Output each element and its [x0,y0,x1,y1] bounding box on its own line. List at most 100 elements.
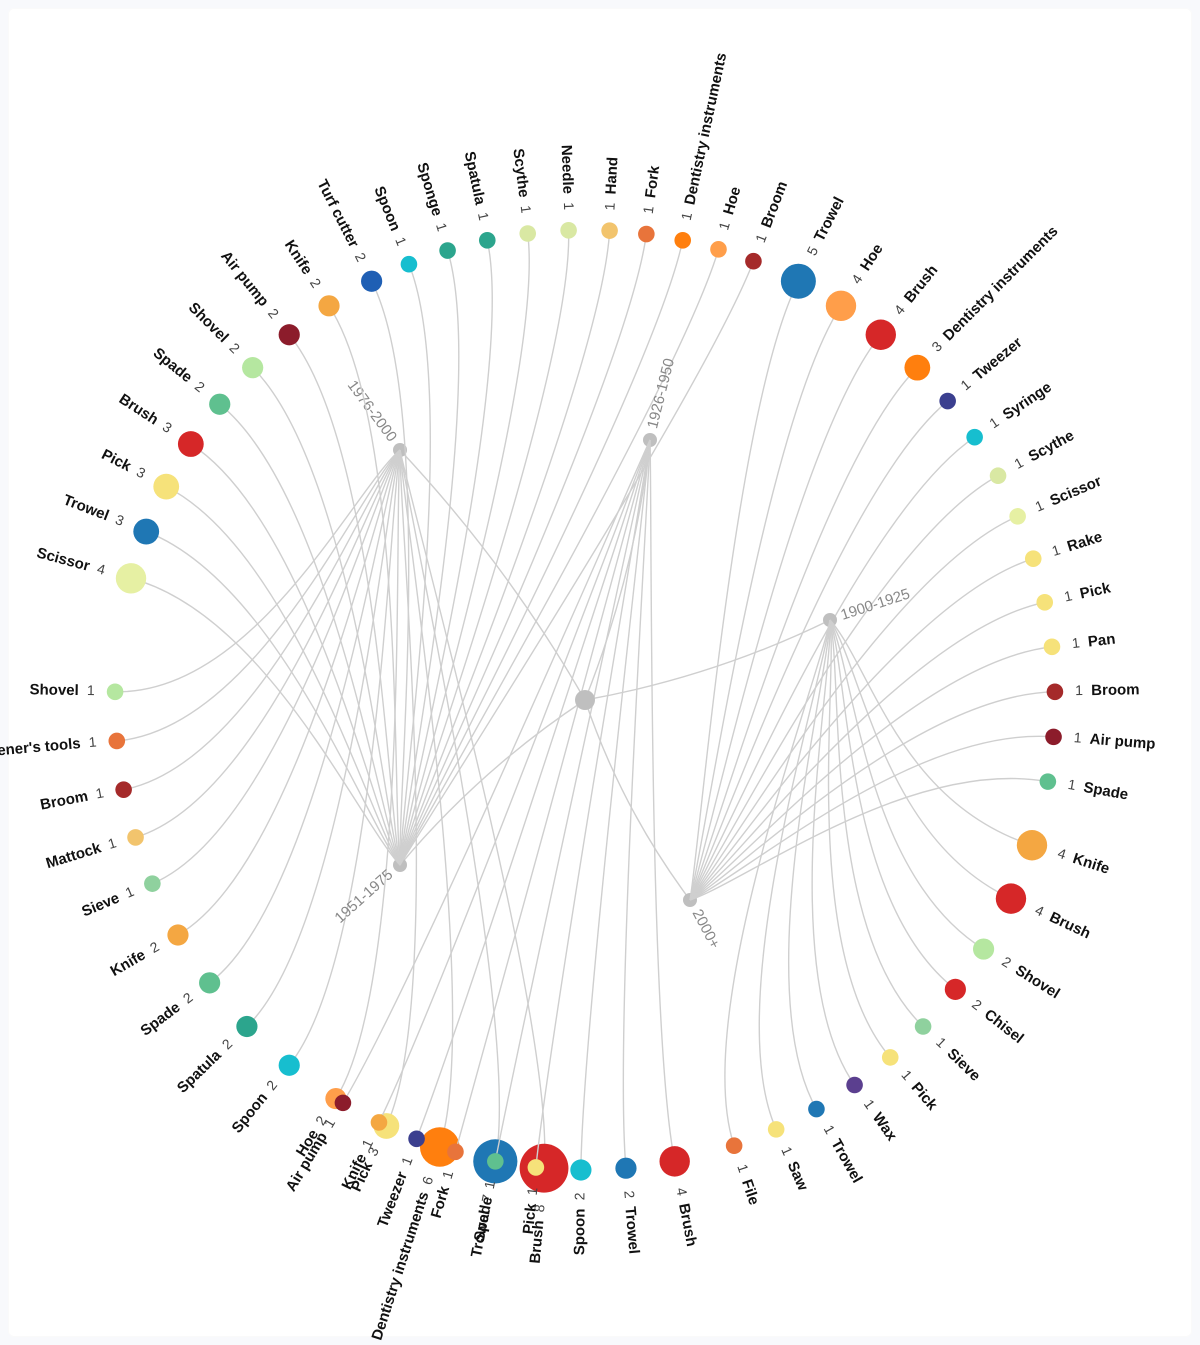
leaf-label: Fork [642,164,663,199]
leaf-node[interactable] [638,226,655,243]
leaf-node[interactable] [209,394,230,415]
leaf-label: Knife [1071,850,1112,878]
leaf-node[interactable] [361,271,382,292]
leaf-node[interactable] [519,225,536,242]
leaf-node[interactable] [439,242,456,259]
leaf-node[interactable] [615,1158,636,1179]
leaf-count: 1 [1063,587,1074,604]
leaf-node[interactable] [144,875,161,892]
leaf-node[interactable] [826,291,856,321]
leaf-count: 1 [678,211,695,222]
leaf-count: 2 [969,996,985,1014]
leaf-label: Broom [1091,681,1140,699]
leaf-node[interactable] [116,563,146,593]
leaf-node[interactable] [1044,638,1061,655]
leaf-node[interactable] [1036,594,1053,611]
edge-period-to-leaf [650,440,675,1161]
edge-period-to-leaf [690,476,998,900]
leaf-node[interactable] [371,1114,388,1131]
leaf-node[interactable] [242,357,263,378]
leaf-count: 1 [1067,776,1078,793]
leaf-node[interactable] [808,1101,825,1118]
leaf-node[interactable] [279,1055,300,1076]
leaf-node[interactable] [236,1016,257,1037]
leaf-node[interactable] [726,1137,743,1154]
leaf-node[interactable] [710,241,727,258]
leaf-node[interactable] [487,1153,504,1170]
leaf-count: 1 [1073,729,1082,746]
leaf-node[interactable] [882,1049,899,1066]
leaf-count: 1 [640,205,657,215]
leaf-node[interactable] [279,324,300,345]
leaf-node[interactable] [781,264,816,299]
leaf-count: 2 [219,1035,236,1052]
leaf-node[interactable] [127,829,144,846]
leaf-node[interactable] [133,519,159,545]
leaf-node[interactable] [945,979,966,1000]
leaf-label: Brush [901,262,941,306]
leaf-label: Fork [428,1184,453,1221]
leaf-node[interactable] [570,1159,591,1180]
leaf-count: 1 [358,1136,376,1150]
leaf-node[interactable] [408,1130,425,1147]
leaf-node[interactable] [401,256,418,273]
leaf-node[interactable] [601,222,618,239]
leaf-node[interactable] [167,924,188,945]
leaf-label: Wax [869,1110,901,1145]
leaf-count: 5 [803,244,821,258]
leaf-node[interactable] [153,474,179,500]
leaf-count: 4 [1056,845,1069,863]
leaf-count: 2 [352,250,370,264]
leaf-node[interactable] [447,1143,464,1160]
leaf-node[interactable] [1017,830,1047,860]
leaf-node[interactable] [939,393,956,410]
leaf-count: 1 [475,211,492,222]
leaf-node[interactable] [768,1121,785,1138]
leaf-node[interactable] [904,355,930,381]
leaf-node[interactable] [108,733,125,750]
leaf-node[interactable] [915,1018,932,1035]
edge-period-to-leaf [690,692,1055,900]
leaf-count: 1 [561,202,577,211]
leaf-node[interactable] [996,883,1026,913]
leaf-node[interactable] [973,938,994,959]
leaf-node[interactable] [335,1095,352,1112]
leaf-count: 2 [263,1077,280,1093]
leaf-label: Tweezer [970,334,1026,384]
leaf-label: Spade [1082,779,1129,804]
edge-period-to-leaf [690,401,948,900]
leaf-node[interactable] [479,232,496,249]
leaf-node[interactable] [866,320,896,350]
leaf-node[interactable] [846,1077,863,1094]
leaf-label: Scythe [509,148,532,199]
leaf-node[interactable] [560,222,577,239]
leaf-label: Hoe [720,185,744,217]
leaf-label: Trowel [811,194,848,244]
edge-period-to-leaf [812,620,854,1085]
leaf-node[interactable] [659,1146,689,1176]
leaf-node[interactable] [1040,773,1057,790]
leaf-label: Hoe [857,241,887,274]
leaf-label: Pan [1087,631,1116,651]
leaf-node[interactable] [178,431,204,457]
leaf-node[interactable] [745,253,762,270]
leaf-node[interactable] [1045,729,1062,746]
leaf-label: Spoon [370,184,403,234]
edge-root-to-period [585,620,830,700]
leaf-node[interactable] [966,429,983,446]
leaf-node[interactable] [199,972,220,993]
leaf-node[interactable] [528,1159,545,1176]
leaf-node[interactable] [674,232,691,249]
leaf-node[interactable] [1025,550,1042,567]
leaf-node[interactable] [990,467,1007,484]
leaf-count: 4 [891,302,908,318]
leaf-node[interactable] [107,683,124,700]
leaf-label: Brush [1047,909,1093,943]
leaf-node[interactable] [1047,683,1064,700]
leaf-node[interactable] [318,295,339,316]
leaf-node[interactable] [1009,508,1026,525]
leaf-node[interactable] [115,781,132,798]
leaf-count: 1 [715,220,733,232]
leaf-label: Hand [602,156,621,194]
leaf-count: 1 [778,1144,796,1158]
